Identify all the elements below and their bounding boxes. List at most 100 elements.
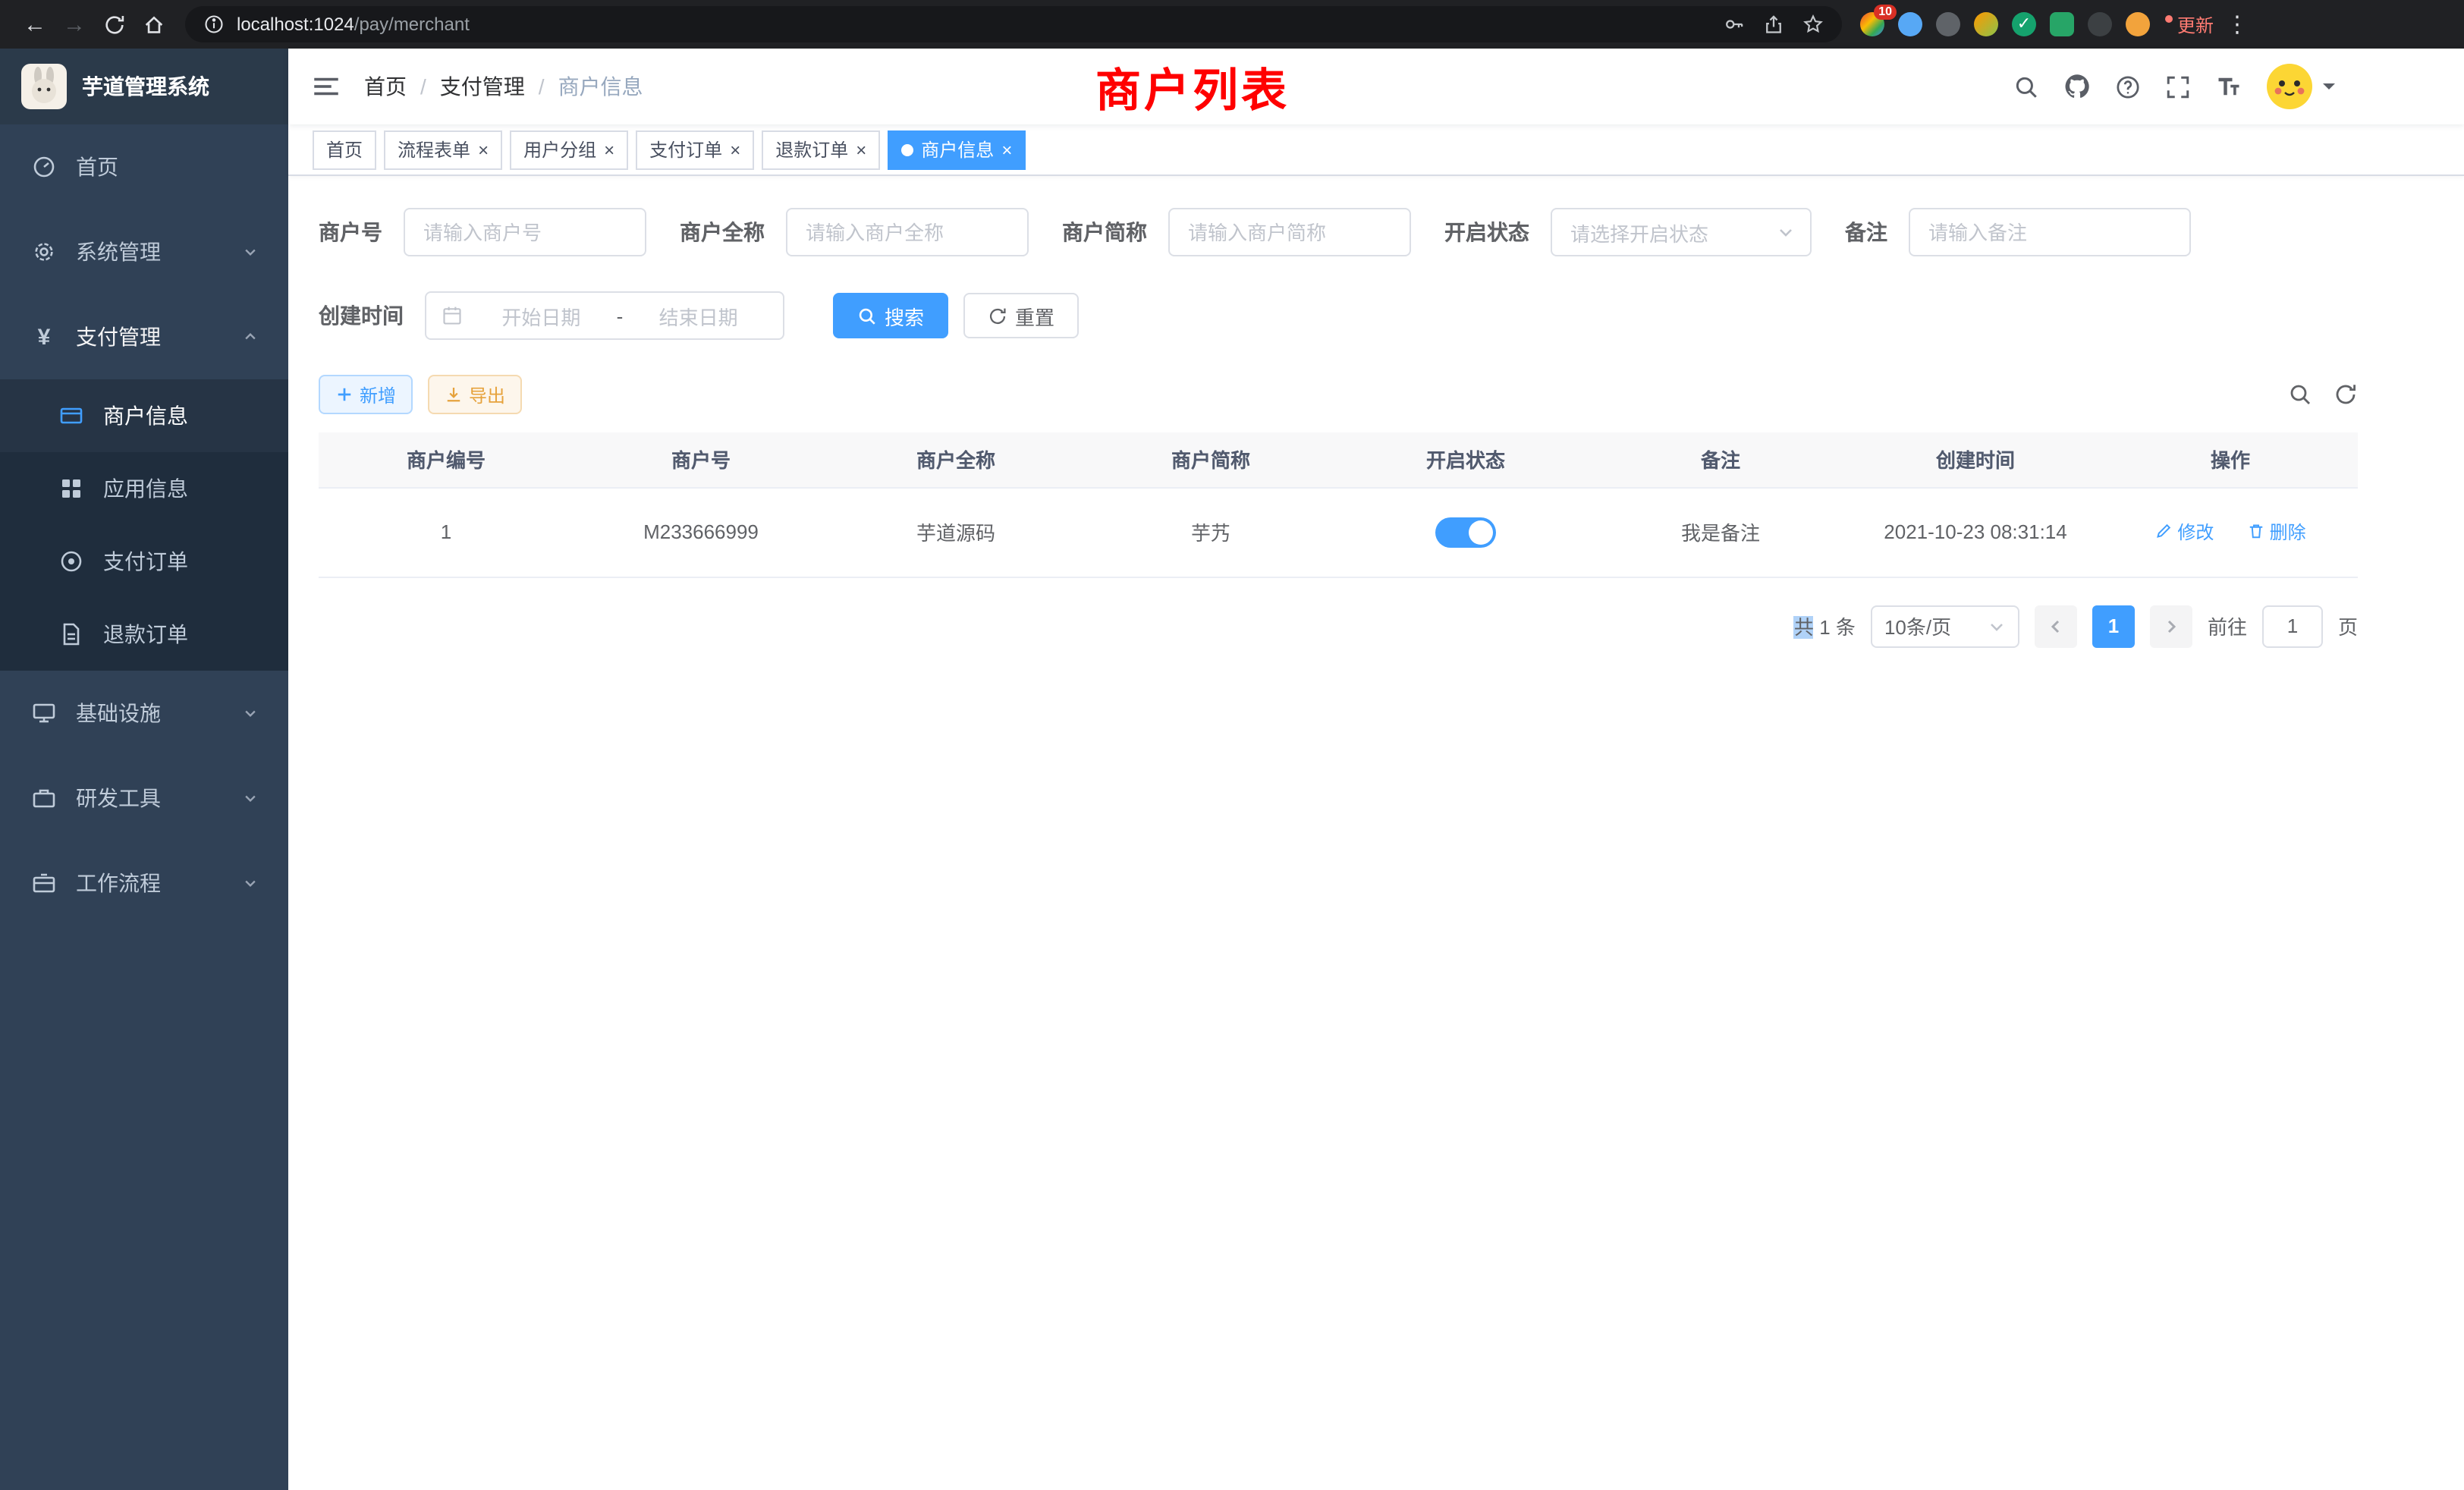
refresh-table-icon[interactable] bbox=[2334, 382, 2358, 407]
breadcrumb-payment[interactable]: 支付管理 bbox=[440, 71, 525, 102]
sidebar-item-label: 研发工具 bbox=[76, 783, 161, 813]
sidebar-item-workflow[interactable]: 工作流程 bbox=[0, 841, 288, 926]
browser-home-button[interactable] bbox=[134, 5, 173, 44]
filter-row-2: 创建时间 开始日期 - 结束日期 搜索 bbox=[319, 291, 2358, 340]
date-range-picker[interactable]: 开始日期 - 结束日期 bbox=[425, 291, 784, 340]
sidebar-item-home[interactable]: 首页 bbox=[0, 124, 288, 209]
tab-process-form[interactable]: 流程表单× bbox=[384, 130, 502, 169]
status-select[interactable]: 请选择开启状态 bbox=[1551, 208, 1812, 256]
cell-actions: 修改 删除 bbox=[2103, 487, 2358, 577]
tab-merchant-info[interactable]: 商户信息× bbox=[888, 130, 1026, 169]
delete-link[interactable]: 删除 bbox=[2247, 519, 2306, 545]
col-actions: 操作 bbox=[2103, 432, 2358, 487]
search-button[interactable]: 搜索 bbox=[833, 293, 948, 338]
browser-extension-icon-6[interactable] bbox=[2050, 12, 2074, 36]
tab-close-icon[interactable]: × bbox=[478, 140, 489, 159]
user-avatar bbox=[2267, 64, 2312, 109]
page-number-1[interactable]: 1 bbox=[2092, 605, 2135, 647]
toggle-search-icon[interactable] bbox=[2288, 382, 2312, 407]
cell-remark: 我是备注 bbox=[1593, 487, 1848, 577]
browser-menu-icon[interactable]: ⋮ bbox=[2226, 11, 2249, 38]
address-bar[interactable]: localhost:1024/pay/merchant bbox=[185, 6, 1842, 42]
short-name-input[interactable] bbox=[1168, 208, 1411, 256]
edit-link[interactable]: 修改 bbox=[2154, 519, 2214, 545]
remark-input[interactable] bbox=[1909, 208, 2191, 256]
site-info-icon[interactable] bbox=[203, 14, 225, 35]
password-key-icon[interactable] bbox=[1724, 14, 1745, 35]
fullscreen-icon[interactable] bbox=[2165, 74, 2191, 99]
browser-extension-icon-5[interactable]: ✓ bbox=[2012, 12, 2036, 36]
goto-page-input[interactable] bbox=[2262, 605, 2323, 647]
browser-back-button[interactable]: ← bbox=[15, 5, 55, 44]
app-logo[interactable]: 芋道管理系统 bbox=[0, 49, 288, 124]
merchant-no-label: 商户号 bbox=[319, 217, 382, 247]
browser-extension-icon-7[interactable] bbox=[2088, 12, 2112, 36]
browser-extension-icon-1[interactable]: 10 bbox=[1860, 12, 1884, 36]
filter-remark: 备注 bbox=[1845, 208, 2191, 256]
tab-close-icon[interactable]: × bbox=[1001, 140, 1012, 159]
breadcrumb-home[interactable]: 首页 bbox=[364, 71, 407, 102]
tab-user-group[interactable]: 用户分组× bbox=[510, 130, 628, 169]
github-icon[interactable] bbox=[2063, 73, 2091, 100]
cell-create-time: 2021-10-23 08:31:14 bbox=[1848, 487, 2103, 577]
breadcrumb: 首页 / 支付管理 / 商户信息 bbox=[364, 71, 643, 102]
col-merchant-no: 商户号 bbox=[574, 432, 828, 487]
sidebar-subitem-pay-order[interactable]: 支付订单 bbox=[0, 525, 288, 598]
tab-payment-order[interactable]: 支付订单× bbox=[636, 130, 754, 169]
export-button[interactable]: 导出 bbox=[428, 375, 522, 414]
browser-extension-icon-4[interactable] bbox=[1974, 12, 1998, 36]
reset-button[interactable]: 重置 bbox=[963, 293, 1079, 338]
browser-extension-icon-2[interactable] bbox=[1898, 12, 1922, 36]
tab-close-icon[interactable]: × bbox=[856, 140, 866, 159]
browser-profile-avatar[interactable] bbox=[2126, 12, 2150, 36]
breadcrumb-separator: / bbox=[539, 74, 545, 99]
tab-close-icon[interactable]: × bbox=[730, 140, 740, 159]
share-icon[interactable] bbox=[1763, 14, 1784, 35]
table-right-tools bbox=[2288, 382, 2358, 407]
tab-refund-order[interactable]: 退款订单× bbox=[762, 130, 880, 169]
browser-forward-button[interactable]: → bbox=[55, 5, 94, 44]
browser-extension-icon-3[interactable] bbox=[1936, 12, 1960, 36]
sidebar-item-payment[interactable]: ¥ 支付管理 bbox=[0, 294, 288, 379]
bookmark-star-icon[interactable] bbox=[1802, 14, 1824, 35]
top-navbar: 首页 / 支付管理 / 商户信息 商户列表 bbox=[288, 49, 2464, 124]
breadcrumb-current: 商户信息 bbox=[558, 71, 643, 102]
header-search-icon[interactable] bbox=[2013, 74, 2039, 99]
font-size-icon[interactable] bbox=[2215, 73, 2242, 100]
filter-merchant-no: 商户号 bbox=[319, 208, 646, 256]
cell-status bbox=[1338, 487, 1593, 577]
prev-page-button[interactable] bbox=[2035, 605, 2077, 647]
hamburger-icon[interactable] bbox=[313, 73, 340, 100]
monitor-icon bbox=[30, 701, 58, 725]
sidebar-item-label: 应用信息 bbox=[103, 473, 188, 504]
cell-short-name: 芋艿 bbox=[1083, 487, 1338, 577]
status-toggle[interactable] bbox=[1435, 517, 1496, 547]
user-menu[interactable] bbox=[2267, 64, 2337, 109]
update-dot-icon bbox=[2165, 14, 2173, 22]
sidebar-item-label: 系统管理 bbox=[76, 237, 161, 267]
chevron-up-icon bbox=[243, 329, 258, 344]
sidebar-subitem-app-info[interactable]: 应用信息 bbox=[0, 452, 288, 525]
sidebar-item-dev-tools[interactable]: 研发工具 bbox=[0, 756, 288, 841]
sidebar-subitem-refund-order[interactable]: 退款订单 bbox=[0, 598, 288, 671]
tab-close-icon[interactable]: × bbox=[604, 140, 614, 159]
next-page-button[interactable] bbox=[2150, 605, 2192, 647]
sidebar-item-infrastructure[interactable]: 基础设施 bbox=[0, 671, 288, 756]
page-size-select[interactable]: 10条/页 bbox=[1871, 605, 2019, 647]
sidebar-item-label: 支付管理 bbox=[76, 322, 161, 352]
short-name-label: 商户简称 bbox=[1062, 217, 1147, 247]
total-count: 共 1 条 bbox=[1794, 611, 1856, 640]
browser-update-button[interactable]: 更新 bbox=[2165, 11, 2214, 37]
start-date-placeholder: 开始日期 bbox=[472, 301, 611, 330]
screen: ← → localhost:1024/pay/merchant bbox=[0, 0, 2464, 1490]
sidebar-subitem-merchant-info[interactable]: 商户信息 bbox=[0, 379, 288, 452]
help-icon[interactable] bbox=[2115, 74, 2141, 99]
add-button[interactable]: 新增 bbox=[319, 375, 413, 414]
gear-icon bbox=[30, 240, 58, 264]
tab-home[interactable]: 首页 bbox=[313, 130, 376, 169]
browser-reload-button[interactable] bbox=[94, 5, 134, 44]
merchant-no-input[interactable] bbox=[404, 208, 646, 256]
sidebar-item-system[interactable]: 系统管理 bbox=[0, 209, 288, 294]
full-name-input[interactable] bbox=[786, 208, 1029, 256]
chevron-down-icon bbox=[243, 791, 258, 806]
